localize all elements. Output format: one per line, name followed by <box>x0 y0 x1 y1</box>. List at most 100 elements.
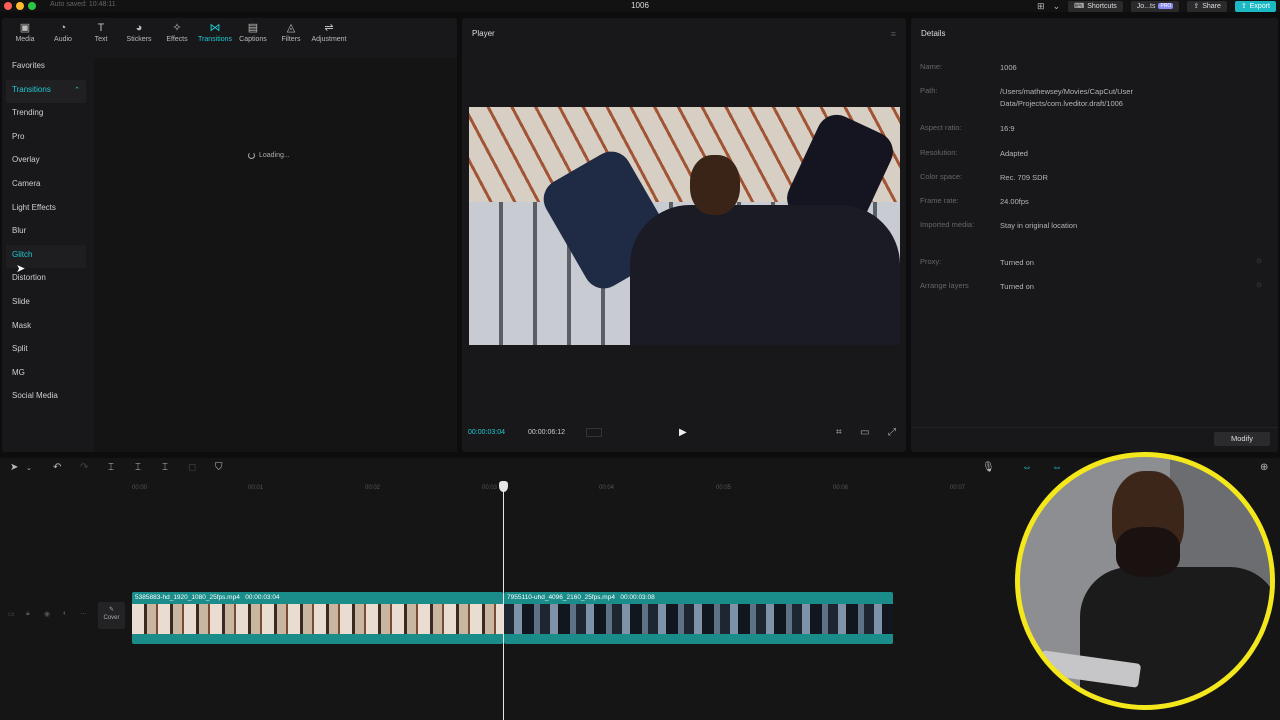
category-trending[interactable]: Trending <box>6 103 86 127</box>
detail-label: Frame rate: <box>920 196 959 206</box>
track-thumbnail-icon[interactable]: ▭ <box>8 610 15 618</box>
tool-label: Adjustment <box>311 36 347 43</box>
microphone-icon[interactable]: 🎙 <box>982 462 995 473</box>
tool-effects[interactable]: ✧ Effects <box>158 18 196 48</box>
more-icon[interactable]: ⋯ <box>80 610 87 618</box>
pro-badge: PRO <box>1158 3 1174 9</box>
presenter-body <box>1080 567 1270 705</box>
transitions-icon: ⋈ <box>209 22 221 34</box>
link-clips-icon[interactable]: ⇔ <box>1022 462 1032 473</box>
screenshot-icon[interactable]: ⌗ <box>836 427 842 438</box>
category-overlay[interactable]: Overlay <box>6 150 86 174</box>
detail-value: Turned on <box>1000 257 1034 267</box>
cover-button[interactable]: ✎ Cover <box>98 602 125 629</box>
spinner-icon <box>248 152 255 159</box>
clip-name: 5385883-hd_1920_1080_25fps.mp4 <box>135 594 240 601</box>
info-icon[interactable]: ⊙ <box>1256 257 1262 265</box>
webcam-overlay <box>1015 452 1275 710</box>
category-list: Favorites Transitions Trending Pro Overl… <box>6 56 86 410</box>
layout-icon[interactable]: ⊞ <box>1037 1 1045 12</box>
play-button[interactable]: ▶ <box>679 427 687 438</box>
tool-adjustment[interactable]: ⇌ Adjustment <box>310 18 348 48</box>
info-icon[interactable]: ⊙ <box>1256 281 1262 289</box>
media-icon: ▣ <box>19 22 31 34</box>
tool-audio[interactable]: ◔ Audio <box>44 18 82 48</box>
timecode-toggle[interactable] <box>586 428 602 437</box>
lock-icon[interactable]: 🔒︎ <box>26 610 30 618</box>
video-clip[interactable]: 5385883-hd_1920_1080_25fps.mp4 00:00:03:… <box>132 592 503 644</box>
loading-indicator: Loading... <box>248 152 290 159</box>
total-timecode: 00:00:06:12 <box>528 429 565 436</box>
export-button[interactable]: ⇧ Export <box>1234 0 1276 12</box>
tick-label: 00:07 <box>950 485 966 491</box>
transitions-grid <box>94 58 457 452</box>
detail-row: Proxy: Turned on ⊙ <box>920 256 1262 281</box>
category-favorites[interactable]: Favorites <box>6 56 86 80</box>
detail-label: Aspect ratio: <box>920 123 962 133</box>
tool-filters[interactable]: ◬ Filters <box>272 18 310 48</box>
undo-icon[interactable]: ↶ <box>53 462 61 473</box>
details-divider <box>911 427 1278 428</box>
tool-media[interactable]: ▣ Media <box>6 18 44 48</box>
detail-row: Path: /Users/mathewsey/Movies/CapCut/User… <box>920 86 1260 123</box>
category-mask[interactable]: Mask <box>6 316 86 340</box>
fullscreen-icon[interactable]: ⤢ <box>888 427 896 438</box>
text-icon: T <box>97 22 105 34</box>
visibility-icon[interactable]: ◉ <box>44 610 50 618</box>
category-mg[interactable]: MG <box>6 363 86 387</box>
audio-mute-icon[interactable]: ◖ <box>62 610 66 617</box>
category-blur[interactable]: Blur <box>6 221 86 245</box>
effects-icon: ✧ <box>172 22 182 34</box>
clip-thumbnails <box>504 604 893 634</box>
tool-captions[interactable]: ▤ Captions <box>234 18 272 48</box>
split-icon[interactable]: ⌶ <box>108 462 114 473</box>
detail-label: Proxy: <box>920 256 942 266</box>
sticker-icon: ◕ <box>135 22 143 34</box>
aspect-ratio-icon[interactable]: ▭ <box>860 427 869 438</box>
tool-stickers[interactable]: ◕ Stickers <box>120 18 158 48</box>
tick-label: 00:02 <box>365 485 381 491</box>
audio-icon: ◔ <box>59 22 67 34</box>
shortcuts-button[interactable]: ⌨ Shortcuts <box>1068 0 1123 12</box>
marker-icon[interactable]: ⛉ <box>215 462 223 473</box>
select-tool-icon[interactable]: ➤ <box>10 462 18 473</box>
clip-name: 7955110-uhd_4096_2160_25fps.mp4 <box>507 594 615 601</box>
timeline-ruler[interactable]: 00:00 00:01 00:02 00:03 00:04 00:05 00:0… <box>132 482 1132 494</box>
tool-label: Text <box>94 36 108 43</box>
detail-value: /Users/mathewsey/Movies/CapCut/User Data… <box>1000 87 1133 109</box>
category-transitions[interactable]: Transitions <box>6 79 86 104</box>
playhead[interactable] <box>503 482 504 720</box>
edit-icon: ✎ <box>108 607 115 613</box>
category-camera[interactable]: Camera <box>6 174 86 198</box>
category-pro[interactable]: Pro <box>6 127 86 151</box>
detail-value: 16:9 <box>1000 124 1015 134</box>
share-button[interactable]: ⇪ Share <box>1187 0 1227 12</box>
redo-icon[interactable]: ↷ <box>80 462 88 473</box>
keyboard-icon: ⌨ <box>1074 3 1085 10</box>
performer-head <box>690 155 740 215</box>
detail-row: Color space: Rec. 709 SDR <box>920 172 1260 196</box>
split-left-icon[interactable]: ⌶ <box>135 462 141 473</box>
delete-icon[interactable]: ◻ <box>188 462 196 473</box>
category-social-media[interactable]: Social Media <box>6 386 86 410</box>
category-light-effects[interactable]: Light Effects <box>6 198 86 222</box>
tool-text[interactable]: T Text <box>82 18 120 48</box>
modify-button[interactable]: Modify <box>1214 432 1270 446</box>
share-label: Share <box>1202 2 1221 10</box>
user-account-button[interactable]: Jo...ts PRO <box>1130 0 1180 12</box>
chevron-down-icon[interactable]: ⌄ <box>1053 1 1061 12</box>
category-slide[interactable]: Slide <box>6 292 86 316</box>
details-title: Details <box>921 29 946 38</box>
detail-value: 1006 <box>1000 63 1017 72</box>
detail-label: Resolution: <box>920 147 958 157</box>
category-split[interactable]: Split <box>6 339 86 363</box>
video-clip[interactable]: 7955110-uhd_4096_2160_25fps.mp4 00:00:03… <box>504 592 893 644</box>
snap-icon[interactable]: ⇔ <box>1052 462 1062 473</box>
user-label: Jo...ts <box>1136 2 1156 10</box>
menu-icon[interactable]: ≡ <box>891 29 896 39</box>
details-list: Name: 1006 Path: /Users/mathewsey/Movies/C… <box>920 62 1262 305</box>
tool-transitions[interactable]: ⋈ Transitions <box>196 18 234 48</box>
playhead-handle[interactable] <box>499 481 508 492</box>
chevron-down-icon[interactable]: ⌄ <box>26 464 32 472</box>
split-right-icon[interactable]: ⌶ <box>162 462 168 473</box>
